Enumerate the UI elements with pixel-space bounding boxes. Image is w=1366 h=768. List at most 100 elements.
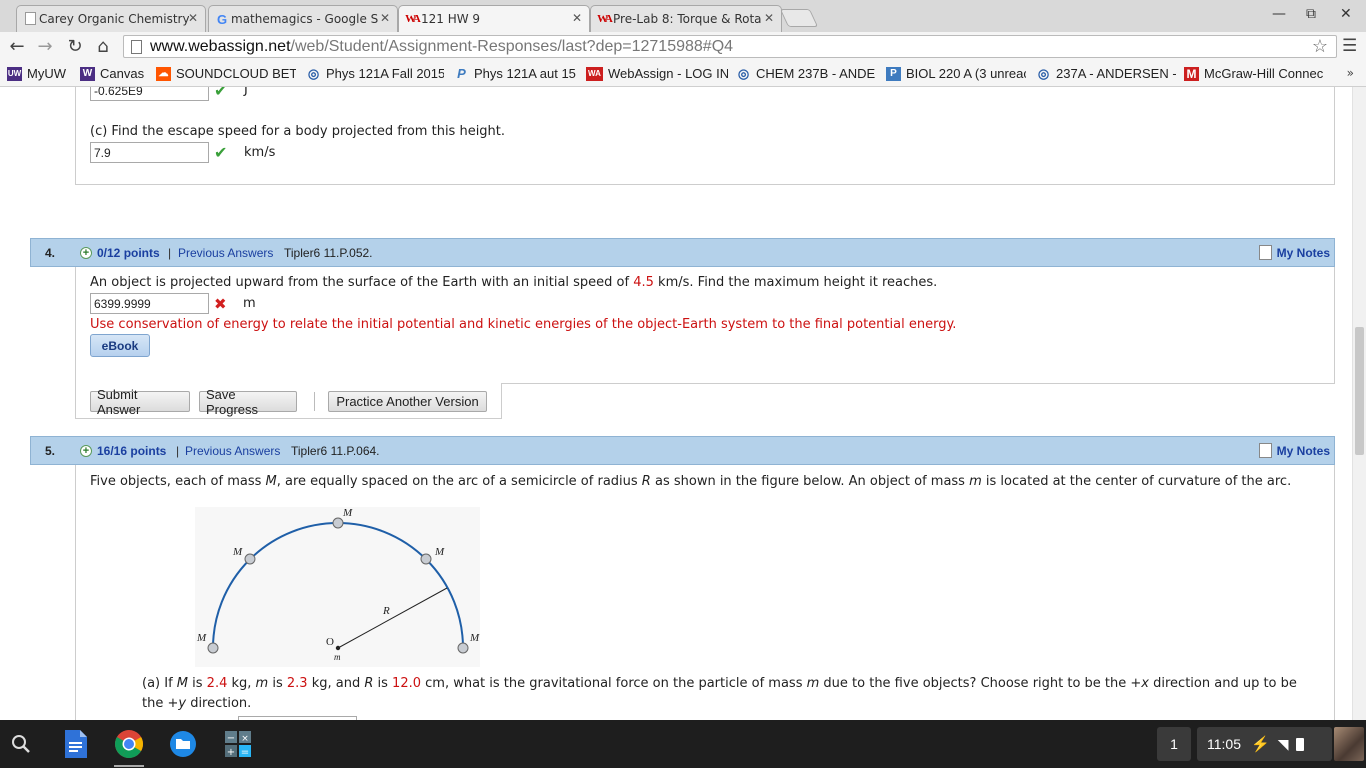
google-icon: G bbox=[216, 11, 228, 27]
address-bar[interactable]: www.webassign.net/web/Student/Assignment… bbox=[123, 35, 1337, 58]
tab-carey-organic[interactable]: Carey Organic Chemistry ✕ bbox=[16, 5, 206, 32]
bookmark-phys121a-fall[interactable]: ◎ Phys 121A Fall 2015 bbox=[306, 66, 444, 81]
tab-121-hw9[interactable]: WA 121 HW 9 ✕ bbox=[398, 5, 590, 32]
home-icon[interactable]: ⌂ bbox=[92, 35, 114, 57]
var-m: m bbox=[255, 676, 269, 691]
docs-icon[interactable] bbox=[60, 728, 92, 760]
separator: | bbox=[176, 443, 180, 458]
bookmark-soundcloud[interactable]: ☁ SOUNDCLOUD BETC bbox=[156, 66, 296, 81]
svg-text:+: + bbox=[227, 747, 235, 757]
q3-previous-answer-input[interactable] bbox=[90, 87, 209, 101]
submit-answer-button[interactable]: Submit Answer bbox=[90, 387, 190, 417]
practice-another-version-button[interactable]: Practice Another Version bbox=[328, 391, 487, 412]
bookmark-phys121a-aut[interactable]: P Phys 121A aut 15 bbox=[454, 66, 578, 81]
prompt-text: Five objects, each of mass bbox=[90, 474, 266, 489]
uw-icon: UW bbox=[7, 66, 22, 81]
q3-part-c-unit: km/s bbox=[244, 145, 276, 160]
vertical-scrollbar[interactable] bbox=[1352, 87, 1366, 720]
R-value: 12.0 bbox=[392, 676, 421, 691]
mass-sphere bbox=[457, 642, 469, 654]
mass-label-left: M bbox=[196, 632, 207, 644]
bookmark-mcgraw-hill[interactable]: M McGraw-Hill Connec bbox=[1184, 66, 1326, 81]
menu-icon[interactable]: ☰ bbox=[1342, 36, 1357, 56]
svg-text:=: = bbox=[241, 747, 249, 757]
back-icon[interactable]: ← bbox=[6, 35, 28, 57]
my-notes-button[interactable]: My Notes bbox=[1258, 443, 1330, 458]
my-notes-button[interactable]: My Notes bbox=[1258, 245, 1330, 260]
tab-mathemagics[interactable]: G mathemagics - Google S ✕ bbox=[208, 5, 398, 32]
document-icon bbox=[25, 12, 36, 25]
close-window-icon[interactable]: ✕ bbox=[1340, 6, 1352, 22]
q3-part-c-input[interactable] bbox=[90, 142, 209, 163]
expand-plus-icon[interactable]: + bbox=[80, 445, 92, 457]
ebook-button[interactable]: eBook bbox=[90, 334, 150, 357]
text: is bbox=[373, 676, 393, 691]
forward-icon[interactable]: → bbox=[34, 35, 56, 57]
bookmark-label: Canvas bbox=[100, 66, 145, 81]
radius-label: R bbox=[382, 605, 390, 617]
scrollbar-thumb[interactable] bbox=[1355, 327, 1364, 455]
mass-sphere bbox=[244, 553, 256, 565]
previous-answers-link[interactable]: Previous Answers bbox=[178, 246, 273, 260]
q3-previous-unit: J bbox=[244, 87, 248, 97]
canvas-circle-icon: ◎ bbox=[307, 66, 320, 81]
bookmark-label: Phys 121A aut 15 bbox=[474, 66, 576, 81]
q5-part-a-line1: (a) If M is 2.4 kg, m is 2.3 kg, and R i… bbox=[142, 676, 1297, 691]
bookmark-biol220[interactable]: P BIOL 220 A (3 unreac bbox=[886, 66, 1026, 81]
var-M: M bbox=[265, 474, 277, 489]
tab-title: Carey Organic Chemistry bbox=[39, 12, 189, 26]
close-icon[interactable]: ✕ bbox=[572, 11, 582, 25]
wa-icon: WA bbox=[586, 66, 603, 81]
var-m: m bbox=[969, 474, 982, 489]
bookmark-myuw[interactable]: UW MyUW bbox=[7, 66, 69, 81]
q4-answer-input[interactable] bbox=[90, 293, 209, 314]
note-icon bbox=[1258, 245, 1272, 260]
bookmark-237a[interactable]: ◎ 237A - ANDERSEN - ( bbox=[1036, 66, 1176, 81]
webassign-icon: WA bbox=[405, 13, 421, 25]
restore-icon[interactable]: ⧉ bbox=[1306, 6, 1316, 22]
previous-answers-link[interactable]: Previous Answers bbox=[185, 444, 280, 458]
my-notes-label: My Notes bbox=[1276, 443, 1330, 458]
close-icon[interactable]: ✕ bbox=[764, 11, 774, 25]
more-bookmarks-icon[interactable]: » bbox=[1347, 66, 1354, 80]
mass-label-right: M bbox=[469, 632, 480, 644]
bookmark-label: CHEM 237B - ANDER bbox=[756, 66, 876, 81]
files-icon[interactable] bbox=[167, 728, 199, 760]
prompt-text: An object is projected upward from the s… bbox=[90, 275, 634, 290]
bookmark-webassign[interactable]: WA WebAssign - LOG IN bbox=[586, 66, 728, 81]
bookmark-label: SOUNDCLOUD BETC bbox=[176, 66, 296, 81]
notification-count[interactable]: 1 bbox=[1157, 727, 1191, 761]
page-content: ✔ J (c) Find the escape speed for a body… bbox=[0, 87, 1352, 720]
separator: | bbox=[168, 245, 172, 260]
question-points: 0/12 points bbox=[97, 245, 160, 260]
status-tray[interactable]: 11:05 ⚡ ◥ bbox=[1197, 727, 1332, 761]
text: is bbox=[268, 676, 287, 691]
chrome-icon[interactable] bbox=[113, 728, 145, 760]
webassign-icon: WA bbox=[597, 13, 613, 25]
soundcloud-icon: ☁ bbox=[156, 66, 171, 81]
star-icon[interactable]: ☆ bbox=[1312, 36, 1328, 57]
close-icon[interactable]: ✕ bbox=[380, 11, 390, 25]
piazza-icon: P bbox=[457, 66, 466, 81]
close-icon[interactable]: ✕ bbox=[188, 11, 198, 25]
save-progress-button[interactable]: Save Progress bbox=[199, 387, 297, 417]
my-notes-label: My Notes bbox=[1276, 245, 1330, 260]
q5-part-a-line2: the +y direction. bbox=[142, 696, 251, 711]
figure-background bbox=[195, 507, 480, 667]
text: is bbox=[188, 676, 207, 691]
svg-text:×: × bbox=[241, 734, 249, 744]
reload-icon[interactable]: ↻ bbox=[64, 35, 86, 57]
os-taskbar: − × + = 1 11:05 ⚡ ◥ bbox=[0, 720, 1366, 768]
calculator-icon[interactable]: − × + = bbox=[222, 728, 254, 760]
tab-prelab[interactable]: WA Pre-Lab 8: Torque & Rota ✕ bbox=[590, 5, 782, 32]
search-icon[interactable] bbox=[5, 728, 37, 760]
avatar[interactable] bbox=[1334, 727, 1364, 761]
bookmark-canvas[interactable]: W Canvas bbox=[80, 66, 148, 81]
minimize-icon[interactable]: — bbox=[1272, 6, 1286, 22]
expand-plus-icon[interactable]: + bbox=[80, 247, 92, 259]
svg-text:−: − bbox=[227, 733, 235, 744]
center-point bbox=[335, 645, 341, 651]
new-tab-button[interactable] bbox=[779, 9, 819, 27]
canvas-circle-icon: ◎ bbox=[737, 66, 750, 81]
bookmark-chem237b[interactable]: ◎ CHEM 237B - ANDER bbox=[736, 66, 876, 81]
